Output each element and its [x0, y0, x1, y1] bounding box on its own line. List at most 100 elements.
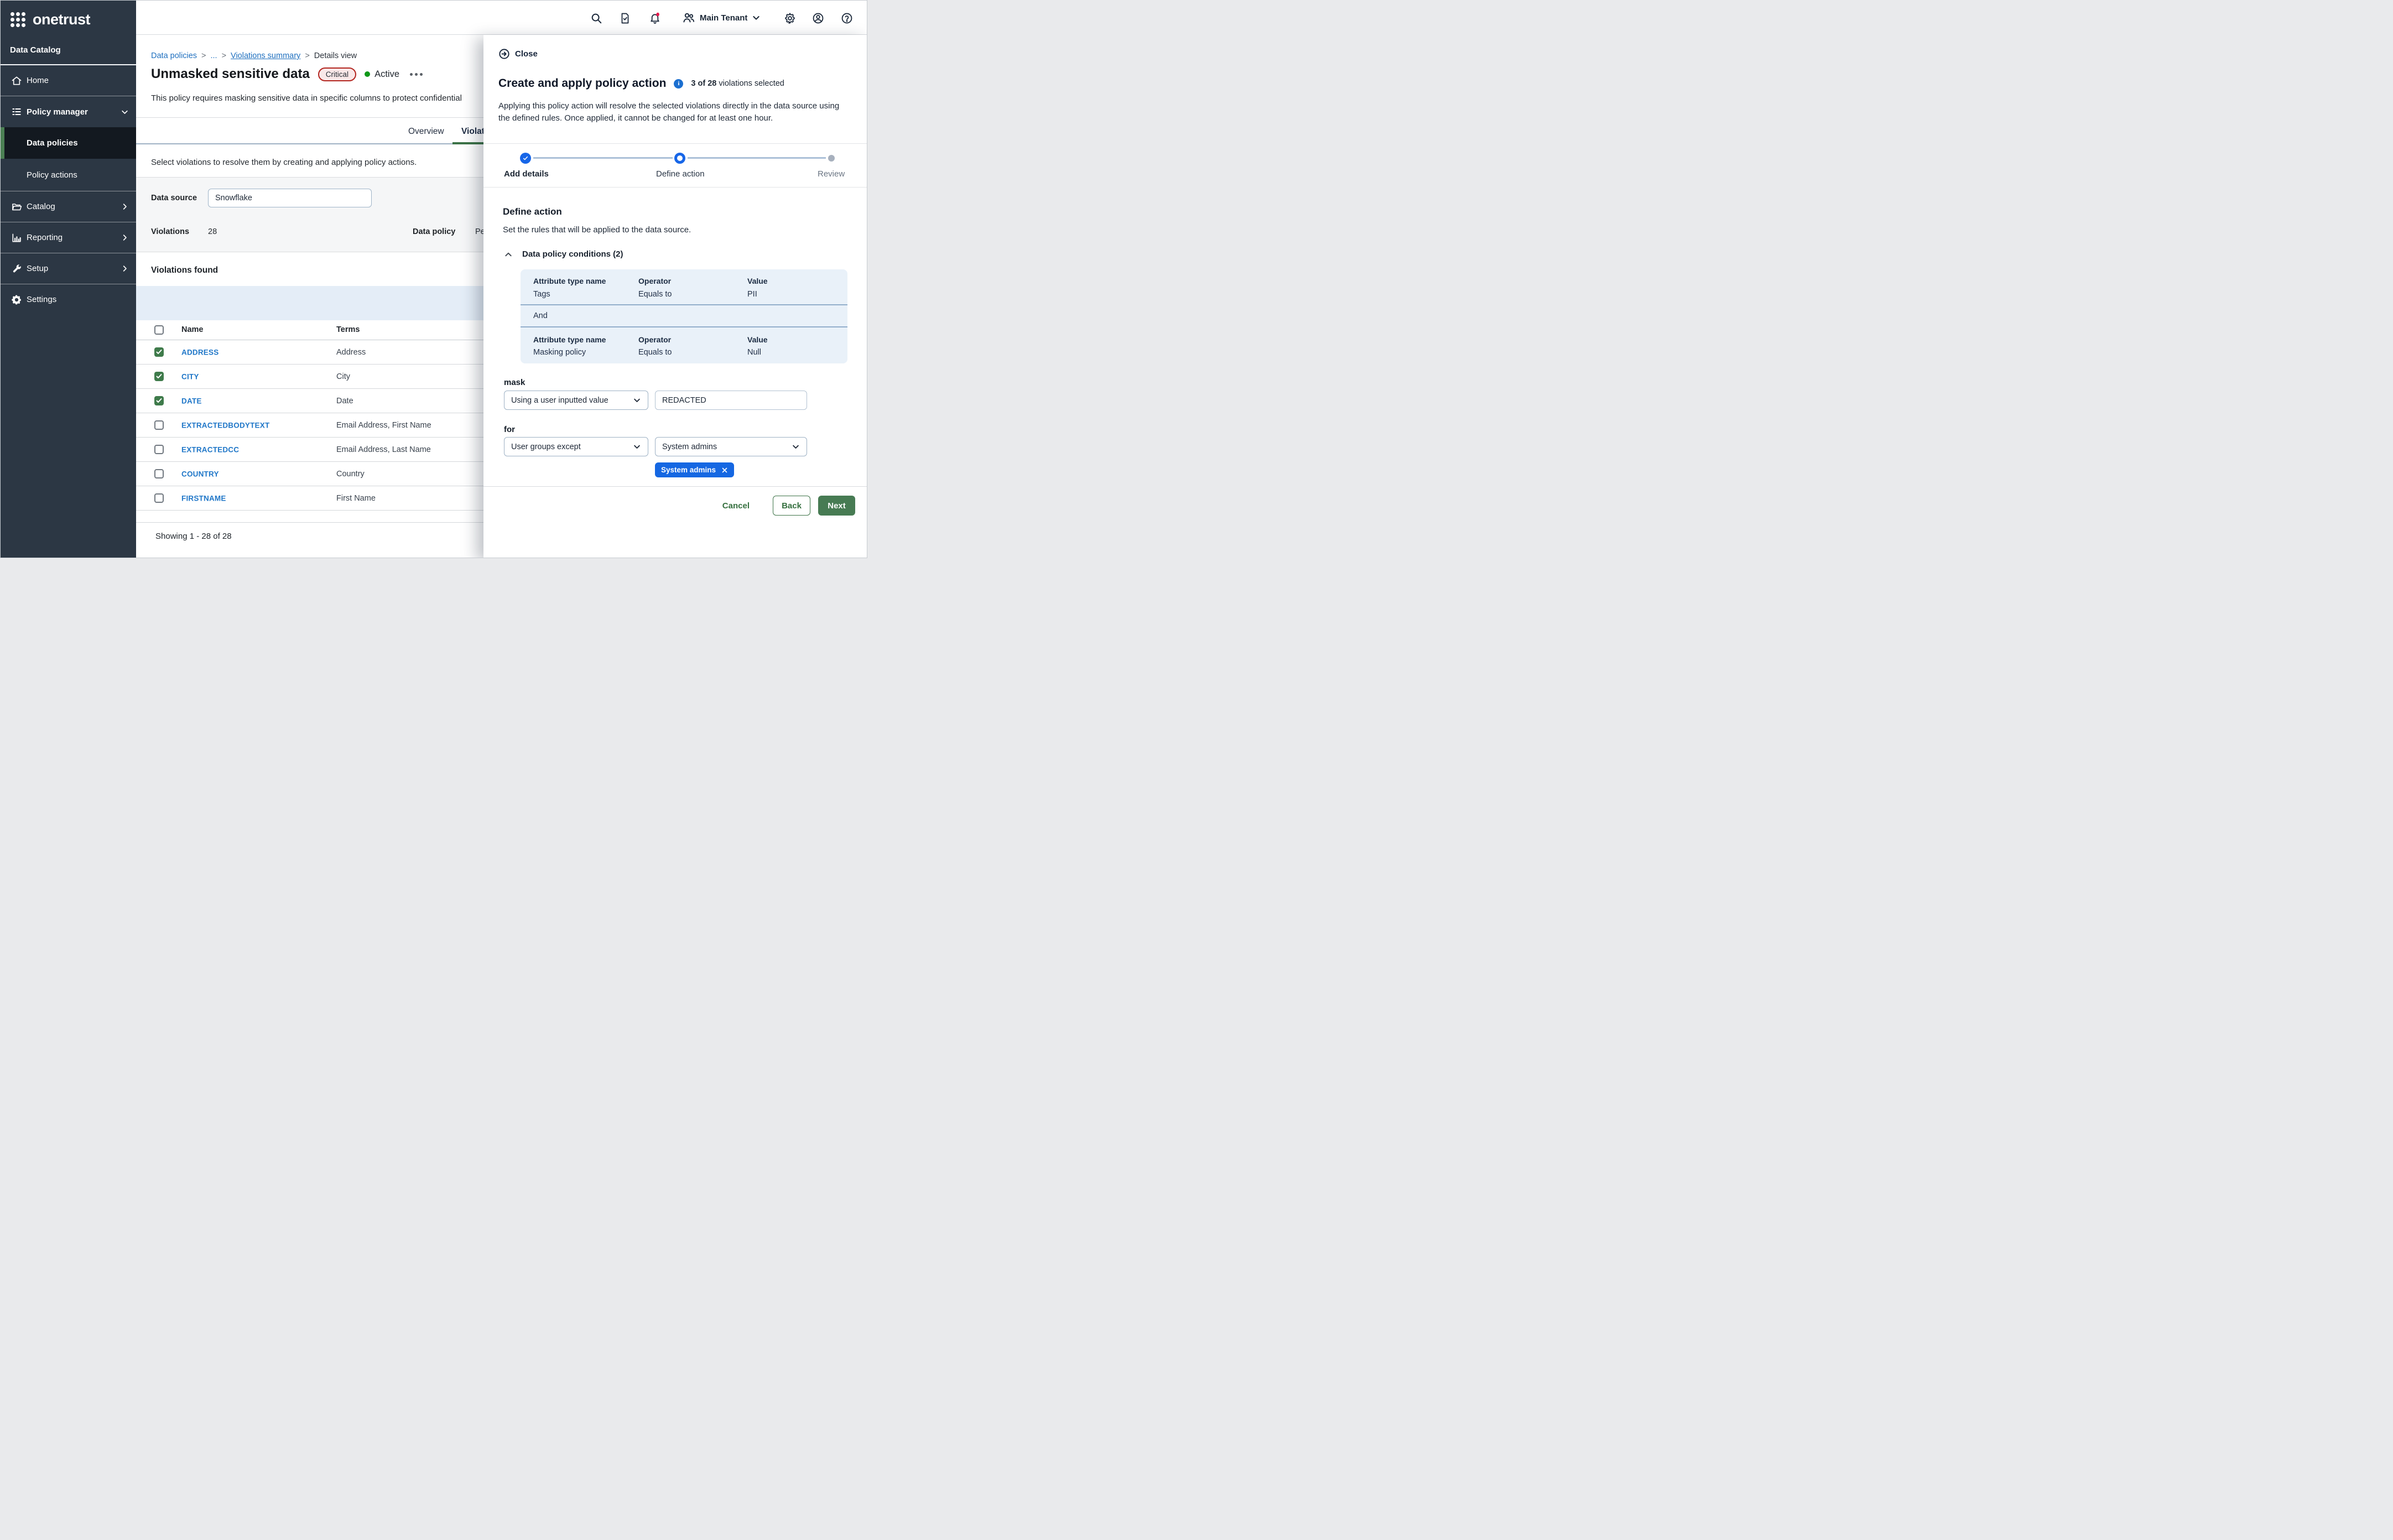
logo-wordmark: onetrust [33, 11, 90, 28]
drawer-description: Applying this policy action will resolve… [498, 100, 842, 124]
divider [521, 304, 847, 305]
mask-label: mask [504, 378, 525, 387]
condition-attr-value: Masking policy [533, 348, 586, 357]
tenant-switcher[interactable]: Main Tenant [682, 1, 761, 35]
for-groups-select[interactable]: System admins [655, 437, 807, 456]
active-dot-icon [365, 71, 370, 77]
more-options-icon[interactable] [408, 71, 425, 78]
active-indicator [1, 127, 4, 159]
step-label-review: Review [818, 169, 845, 179]
row-checkbox-checked[interactable] [154, 347, 164, 357]
condition-value-header: Value [747, 277, 768, 285]
sidebar-item-data-policies[interactable]: Data policies [1, 127, 136, 159]
condition-op-header: Operator [638, 335, 671, 344]
violation-link[interactable]: FIRSTNAME [181, 494, 226, 502]
mask-method-select[interactable]: Using a user inputted value [504, 391, 648, 410]
step-complete-icon [520, 153, 531, 164]
chevron-right-icon [121, 202, 129, 211]
define-action-heading: Define action [503, 206, 562, 217]
gear-icon [11, 294, 22, 305]
close-arrow-icon [498, 48, 510, 60]
violations-found-title: Violations found [151, 266, 218, 275]
sidebar-item-policy-manager[interactable]: Policy manager [1, 96, 136, 127]
condition-value-value: PII [747, 290, 757, 299]
breadcrumb-data-policies[interactable]: Data policies [151, 51, 197, 60]
remove-chip-icon[interactable] [721, 467, 728, 474]
violations-label: Violations [151, 227, 189, 236]
define-action-hint: Set the rules that will be applied to th… [503, 225, 691, 235]
tenant-people-icon [682, 11, 695, 24]
back-button[interactable]: Back [773, 496, 810, 516]
violation-link[interactable]: CITY [181, 372, 199, 381]
chevron-down-icon [121, 108, 129, 116]
breadcrumb-current: Details view [314, 51, 357, 60]
violation-link[interactable]: EXTRACTEDBODYTEXT [181, 421, 269, 429]
select-all-checkbox[interactable] [154, 325, 164, 335]
tab-overview[interactable]: Overview [408, 127, 444, 137]
sidebar-item-reporting[interactable]: Reporting [1, 222, 136, 253]
app-name: Data Catalog [10, 45, 61, 55]
breadcrumb-violations-summary[interactable]: Violations summary [231, 51, 300, 60]
tenant-label: Main Tenant [700, 13, 747, 23]
condition-conjunction: And [533, 311, 548, 320]
close-button[interactable]: Close [498, 48, 538, 60]
pagination-summary: Showing 1 - 28 of 28 [155, 532, 232, 541]
for-label: for [504, 425, 515, 434]
condition-attr-header: Attribute type name [533, 335, 606, 344]
notifications-bell-icon[interactable] [649, 12, 661, 24]
sidebar: onetrust Data Catalog Home Policy manage… [1, 1, 136, 558]
row-checkbox[interactable] [154, 469, 164, 478]
data-policy-label: Data policy [413, 227, 455, 236]
sidebar-item-home[interactable]: Home [1, 65, 136, 96]
violation-link[interactable]: ADDRESS [181, 348, 219, 356]
divider [521, 326, 847, 327]
selection-count: 3 of 28 violations selected [691, 79, 784, 88]
conditions-panel: Attribute type name Operator Value Tags … [521, 269, 847, 363]
step-upcoming-icon [828, 155, 835, 162]
conditions-title: Data policy conditions (2) [522, 249, 623, 259]
row-checkbox-checked[interactable] [154, 372, 164, 381]
sidebar-item-catalog[interactable]: Catalog [1, 191, 136, 222]
mask-value-input[interactable] [655, 391, 807, 410]
row-checkbox[interactable] [154, 420, 164, 430]
sidebar-item-settings[interactable]: Settings [1, 284, 136, 315]
breadcrumb-ellipsis[interactable]: ... [210, 51, 217, 60]
row-checkbox[interactable] [154, 445, 164, 454]
row-checkbox[interactable] [154, 493, 164, 503]
condition-attr-value: Tags [533, 290, 550, 299]
step-connector [688, 157, 826, 159]
conditions-toggle[interactable]: Data policy conditions (2) [504, 249, 623, 259]
drawer-title: Create and apply policy action [498, 77, 666, 90]
breadcrumb: Data policies>...>Violations summary>Det… [151, 51, 357, 60]
gear-icon[interactable] [784, 12, 796, 24]
help-icon[interactable] [841, 12, 853, 24]
drawer-footer: Cancel Back Next [483, 486, 867, 558]
select-violations-hint: Select violations to resolve them by cre… [151, 158, 417, 167]
list-icon [11, 106, 22, 117]
step-label-define-action: Define action [656, 169, 705, 179]
selected-group-chip[interactable]: System admins [655, 462, 734, 477]
for-method-select[interactable]: User groups except [504, 437, 648, 456]
sidebar-item-policy-actions[interactable]: Policy actions [1, 159, 136, 191]
folder-icon [11, 201, 22, 212]
row-checkbox-checked[interactable] [154, 396, 164, 405]
condition-attr-header: Attribute type name [533, 277, 606, 285]
next-button[interactable]: Next [818, 496, 855, 516]
bar-chart-icon [11, 232, 22, 243]
page-title: Unmasked sensitive data [151, 66, 310, 82]
data-source-input[interactable] [208, 189, 372, 207]
chevron-up-icon [504, 250, 513, 259]
violation-link[interactable]: EXTRACTEDCC [181, 445, 239, 454]
account-icon[interactable] [812, 12, 824, 24]
sidebar-item-setup[interactable]: Setup [1, 253, 136, 284]
document-check-icon[interactable] [619, 12, 631, 24]
violation-link[interactable]: DATE [181, 397, 202, 405]
cancel-button[interactable]: Cancel [719, 501, 753, 511]
wrench-icon [11, 263, 22, 274]
step-label-add-details: Add details [504, 169, 549, 179]
condition-op-header: Operator [638, 277, 671, 285]
logo-dots-icon [11, 12, 25, 27]
search-icon[interactable] [590, 12, 602, 24]
policy-action-drawer: Close Create and apply policy action i 3… [483, 35, 867, 558]
violation-link[interactable]: COUNTRY [181, 470, 219, 478]
